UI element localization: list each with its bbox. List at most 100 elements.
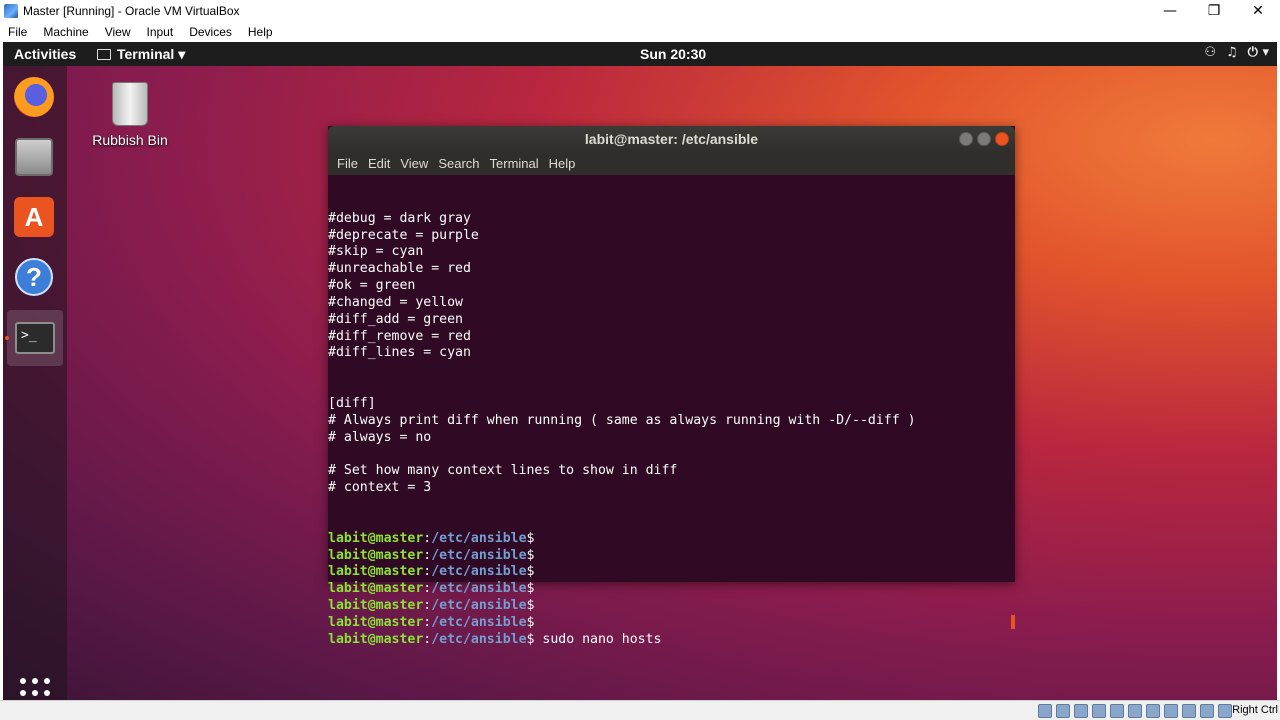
dock-files[interactable]: [11, 134, 57, 180]
terminal-line: #debug = dark gray: [328, 210, 471, 226]
terminal-prompt-line: labit@master:/etc/ansible$: [328, 598, 1015, 615]
prompt-symbol: $: [526, 614, 535, 630]
dock-firefox[interactable]: [11, 74, 57, 120]
close-icon[interactable]: ✕: [1236, 3, 1280, 19]
files-icon: [15, 138, 53, 176]
ubuntu-software-icon: A: [14, 197, 54, 237]
terminal-icon: >_: [15, 322, 55, 354]
optical-icon[interactable]: [1056, 704, 1070, 718]
system-menu[interactable]: ⚇ ♫ ⏻ ▾: [1204, 45, 1269, 60]
minimize-icon[interactable]: —: [1148, 3, 1192, 19]
prompt-path: /etc/ansible: [431, 581, 527, 597]
terminal-line: # Set how many context lines to show in …: [328, 463, 678, 479]
terminal-line: #ok = green: [328, 278, 416, 294]
prompt-symbol: $: [526, 581, 535, 597]
shared-folder-icon[interactable]: [1128, 704, 1142, 718]
prompt-user: labit@master: [328, 631, 424, 647]
vbox-title-bar: Master [Running] - Oracle VM VirtualBox …: [0, 0, 1280, 22]
vbox-menu-bar: File Machine View Input Devices Help: [0, 22, 1280, 42]
network-adapter-icon[interactable]: [1092, 704, 1106, 718]
prompt-symbol: $: [526, 530, 535, 546]
virtualbox-icon: [4, 4, 18, 18]
prompt-user: labit@master: [328, 614, 424, 630]
prompt-user: labit@master: [328, 547, 424, 563]
terminal-line: #diff_remove = red: [328, 328, 471, 344]
terminal-small-icon: [97, 49, 111, 60]
volume-icon: ♫: [1226, 45, 1238, 60]
trash-icon: [112, 82, 148, 126]
vbox-window-title: Master [Running] - Oracle VM VirtualBox: [23, 4, 240, 18]
terminal-close-icon[interactable]: [995, 132, 1009, 146]
dock: A ? >_: [3, 66, 67, 700]
terminal-prompt-line: labit@master:/etc/ansible$: [328, 531, 1015, 548]
recording-icon[interactable]: [1164, 704, 1178, 718]
terminal-output[interactable]: #debug = dark gray #deprecate = purple #sk…: [328, 175, 1015, 699]
vbox-menu-input[interactable]: Input: [139, 25, 182, 39]
dock-terminal[interactable]: >_: [7, 310, 63, 366]
terminal-menu-file[interactable]: File: [332, 156, 363, 171]
vbox-menu-help[interactable]: Help: [240, 25, 281, 39]
prompt-user: labit@master: [328, 581, 424, 597]
keyboard-icon[interactable]: [1218, 704, 1232, 718]
prompt-user: labit@master: [328, 564, 424, 580]
terminal-line: # always = no: [328, 429, 432, 445]
app-menu-terminal[interactable]: Terminal ▾: [97, 46, 185, 63]
terminal-line: #skip = cyan: [328, 244, 424, 260]
terminal-menu-help[interactable]: Help: [544, 156, 581, 171]
terminal-menu-edit[interactable]: Edit: [363, 156, 395, 171]
terminal-title: labit@master: /etc/ansible: [584, 131, 759, 147]
vbox-menu-file[interactable]: File: [0, 25, 35, 39]
terminal-menu-view[interactable]: View: [395, 156, 433, 171]
cpu-icon[interactable]: [1182, 704, 1196, 718]
terminal-menu-terminal[interactable]: Terminal: [485, 156, 544, 171]
terminal-prompt-line: labit@master:/etc/ansible$: [328, 548, 1015, 565]
clock[interactable]: Sun 20:30: [640, 46, 706, 62]
vbox-menu-view[interactable]: View: [97, 25, 139, 39]
desktop-rubbish-bin[interactable]: Rubbish Bin: [90, 82, 170, 148]
terminal-prompt-line: labit@master:/etc/ansible$: [328, 564, 1015, 581]
terminal-minimize-icon[interactable]: [959, 132, 973, 146]
terminal-line: #unreachable = red: [328, 261, 471, 277]
vbox-menu-devices[interactable]: Devices: [181, 25, 240, 39]
prompt-path: /etc/ansible: [431, 631, 527, 647]
rubbish-bin-label: Rubbish Bin: [92, 132, 168, 148]
power-icon: ⏻ ▾: [1247, 45, 1269, 60]
terminal-prompt-line: labit@master:/etc/ansible$: [328, 581, 1015, 598]
display-icon[interactable]: [1146, 704, 1160, 718]
activities-button[interactable]: Activities: [14, 46, 76, 62]
firefox-icon: [14, 77, 54, 117]
network-icon: ⚇: [1204, 45, 1216, 60]
terminal-line: #diff_lines = cyan: [328, 345, 471, 361]
dock-ubuntu-software[interactable]: A: [11, 194, 57, 240]
restore-icon[interactable]: ❐: [1192, 3, 1236, 19]
usb-icon[interactable]: [1110, 704, 1124, 718]
terminal-prompt-line: labit@master:/etc/ansible$ sudo nano hos…: [328, 632, 1015, 649]
terminal-line: [diff]: [328, 395, 376, 411]
host-key-label: Right Ctrl: [1232, 704, 1278, 716]
prompt-symbol: $: [526, 564, 535, 580]
prompt-path: /etc/ansible: [431, 614, 527, 630]
terminal-prompt-line: labit@master:/etc/ansible$: [328, 615, 1015, 632]
prompt-symbol: $: [526, 598, 535, 614]
mouse-integration-icon[interactable]: [1200, 704, 1214, 718]
terminal-title-bar[interactable]: labit@master: /etc/ansible: [328, 126, 1015, 152]
terminal-scrollbar[interactable]: [1011, 615, 1015, 629]
dock-help[interactable]: ?: [11, 254, 57, 300]
terminal-maximize-icon[interactable]: [977, 132, 991, 146]
vbox-menu-machine[interactable]: Machine: [35, 25, 96, 39]
hdd-icon[interactable]: [1038, 704, 1052, 718]
terminal-line: # context = 3: [328, 480, 432, 496]
terminal-line: #deprecate = purple: [328, 227, 479, 243]
show-applications-icon[interactable]: [20, 678, 50, 700]
gnome-top-bar: Activities Terminal ▾ Sun 20:30 ⚇ ♫ ⏻ ▾: [3, 42, 1277, 66]
running-indicator: [5, 336, 9, 340]
prompt-path: /etc/ansible: [431, 547, 527, 563]
terminal-line: #diff_add = green: [328, 311, 463, 327]
audio-icon[interactable]: [1074, 704, 1088, 718]
prompt-path: /etc/ansible: [431, 530, 527, 546]
terminal-window[interactable]: labit@master: /etc/ansible File Edit Vie…: [328, 126, 1015, 647]
prompt-path: /etc/ansible: [431, 564, 527, 580]
terminal-menu-search[interactable]: Search: [433, 156, 484, 171]
